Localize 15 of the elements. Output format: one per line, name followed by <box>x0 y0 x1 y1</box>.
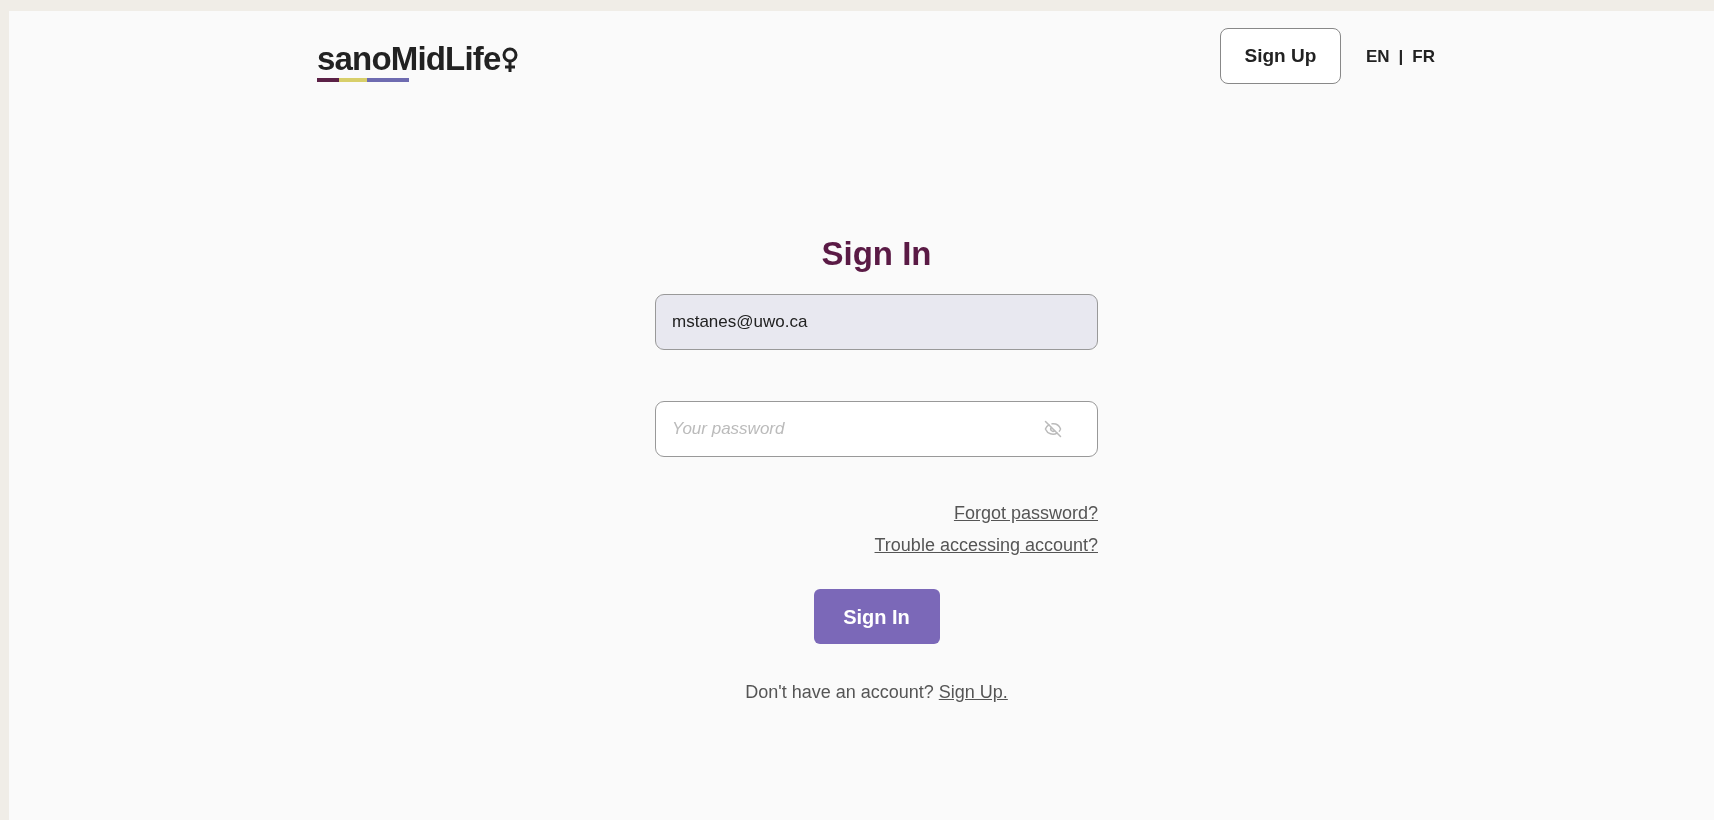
language-link[interactable]: FR <box>1412 44 1435 70</box>
sign-up-button[interactable]: Sign Up <box>1219 28 1341 84</box>
email-field[interactable]: mstanes@uwo.ca <box>655 294 1098 350</box>
language-link[interactable]: EN <box>1365 44 1390 70</box>
password-field[interactable]: Your password <box>655 401 1098 457</box>
language-separator: | <box>1398 46 1404 68</box>
sign-up-prompt: Don't have an account? <box>745 681 934 704</box>
page-title: Sign In <box>821 234 932 274</box>
logo-text: sanoMidLife <box>317 41 501 77</box>
hide-password-icon[interactable] <box>1044 420 1062 438</box>
account-help-link[interactable]: Trouble accessing account? <box>874 533 1098 557</box>
sign-up-link[interactable]: Sign Up. <box>938 679 1008 706</box>
account-help-link[interactable]: Forgot password? <box>953 501 1098 525</box>
female-symbol-icon <box>502 47 519 73</box>
sign-in-button[interactable]: Sign In <box>813 589 940 644</box>
